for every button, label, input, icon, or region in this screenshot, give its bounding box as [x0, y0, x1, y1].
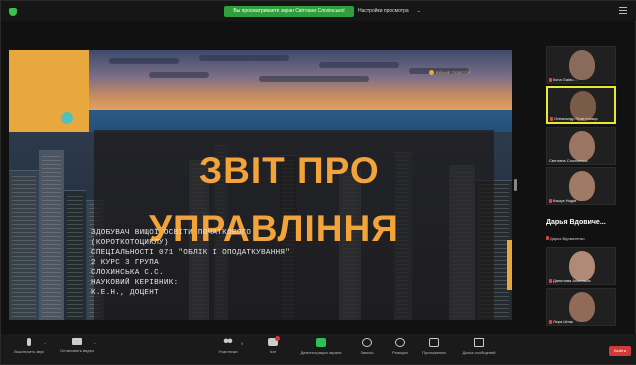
- share-screen-button[interactable]: Демонстрация экрана: [293, 338, 349, 355]
- info-line: СПЕЦІАЛЬНОСТІ 071 "ОБЛІК І ОПОДАТКУВАННЯ…: [91, 249, 291, 257]
- participant-tile[interactable]: Лера Штак: [546, 288, 616, 326]
- participant-video: [569, 131, 595, 161]
- menu-icon[interactable]: [619, 7, 627, 14]
- chevron-up-icon[interactable]: ^: [94, 341, 96, 346]
- info-line: 2 КУРС 3 ГРУПА: [91, 259, 159, 267]
- chat-label: Чат: [269, 349, 277, 354]
- participant-video: [569, 171, 595, 201]
- reactions-button[interactable]: Реакции: [389, 338, 411, 355]
- apps-button[interactable]: Приложения: [419, 338, 449, 355]
- muted-mic-icon: [546, 236, 549, 240]
- info-line: К.Е.Н., ДОЦЕНТ: [91, 289, 159, 297]
- participant-video: [569, 292, 595, 322]
- panel-resize-handle[interactable]: [514, 179, 517, 191]
- logo-text: ВІЛЬНЕ ПОЛІССЯ: [436, 70, 471, 75]
- info-line: НАУКОВИЙ КЕРІВНИК:: [91, 279, 179, 287]
- info-line: ЗДОБУВАЧ ВИЩОЇ ОСВІТИ ПОЧАТКОВОГО: [91, 229, 252, 237]
- participant-name: Кашук Надія: [549, 198, 576, 203]
- meeting-toolbar: Выключить звук ^ Остановить видео ^ Учас…: [1, 334, 636, 364]
- notes-button[interactable]: Доска сообщений: [456, 338, 502, 355]
- apps-label: Приложения: [422, 350, 446, 355]
- chat-icon: [268, 336, 280, 346]
- reactions-icon: [395, 338, 405, 347]
- info-line: (КОРОТКОТОЦИКЛУ): [91, 239, 169, 247]
- participant-tile[interactable]: Кашук Надія: [546, 167, 616, 205]
- muted-mic-icon: [549, 198, 552, 203]
- view-options-button[interactable]: Настройки просмотра ⌄: [358, 6, 421, 17]
- muted-mic-icon: [549, 278, 552, 283]
- participant-video: [569, 251, 595, 281]
- participant-name: Лера Штак: [549, 319, 573, 324]
- chevron-down-icon: ⌄: [416, 8, 421, 14]
- zoom-window: Вы просматриваете экран Світлани Слохінс…: [0, 0, 636, 365]
- participant-tile[interactable]: Данилова Анастасія: [546, 247, 616, 285]
- record-button[interactable]: Запись: [357, 338, 377, 355]
- participant-tile[interactable]: Світлана Слохінська: [546, 127, 616, 165]
- view-options-label: Настройки просмотра: [358, 8, 409, 14]
- record-icon: [362, 338, 372, 347]
- screen-sharing-banner: Вы просматриваете экран Світлани Слохінс…: [224, 6, 354, 17]
- slide-title-line-1: ЗВІТ ПРО: [199, 150, 380, 191]
- muted-mic-icon: [549, 77, 552, 82]
- mute-button[interactable]: Выключить звук: [9, 338, 49, 354]
- participants-icon: [223, 338, 233, 346]
- participant-tile[interactable]: Ilona Gaidu...: [546, 46, 616, 84]
- participant-video: [569, 50, 595, 80]
- share-screen-icon: [316, 338, 326, 347]
- whiteboard-icon: [474, 338, 484, 347]
- slide-info-text: ЗДОБУВАЧ ВИЩОЇ ОСВІТИ ПОЧАТКОВОГО (КОРОТ…: [91, 228, 431, 298]
- pointer-cursor-icon: [61, 112, 73, 124]
- top-bar: Вы просматриваете экран Світлани Слохінс…: [1, 1, 636, 21]
- leave-button[interactable]: Выйти: [609, 346, 631, 356]
- reactions-label: Реакции: [392, 350, 408, 355]
- participants-button[interactable]: Участники: [213, 338, 243, 354]
- participants-count: 9: [241, 341, 244, 346]
- microphone-icon: [27, 338, 31, 346]
- mute-label: Выключить звук: [14, 349, 44, 354]
- security-shield-icon[interactable]: [9, 8, 17, 16]
- record-label: Запись: [360, 350, 374, 355]
- camera-icon: [72, 338, 82, 345]
- apps-icon: [429, 338, 439, 347]
- sky-background: [89, 50, 512, 110]
- muted-mic-icon: [550, 116, 553, 121]
- participant-name-only-sub: Дарья Вдовиченко: [546, 236, 585, 241]
- notes-label: Доска сообщений: [462, 350, 496, 355]
- slide-logo: ВІЛЬНЕ ПОЛІССЯ: [429, 70, 471, 76]
- participant-name-only-title: Дарья Вдовиче...: [546, 219, 606, 226]
- stop-video-label: Остановить видео: [59, 348, 95, 353]
- share-screen-label: Демонстрация экрана: [300, 350, 342, 355]
- chat-button[interactable]: Чат: [263, 336, 283, 354]
- participants-label: Участники: [218, 349, 238, 354]
- shared-slide: ВІЛЬНЕ ПОЛІССЯ ЗВІТ ПРО УПРАВЛІННЯ ЗДОБУ…: [9, 50, 512, 320]
- participant-tile-active-speaker[interactable]: Олександр Приттонаця: [546, 86, 616, 124]
- info-line: СЛОХИНСЬКА С.С.: [91, 269, 164, 277]
- muted-mic-icon: [549, 319, 552, 324]
- participant-name: Олександр Приттонаця: [550, 116, 598, 121]
- slide-accent-block: [9, 50, 89, 132]
- participant-name: Ilona Gaidu...: [549, 77, 577, 82]
- chevron-up-icon[interactable]: ^: [44, 341, 46, 346]
- participants-gallery: Ilona Gaidu... Олександр Приттонаця Світ…: [541, 41, 621, 341]
- participant-name: Світлана Слохінська: [549, 158, 588, 163]
- participant-name: Данилова Анастасія: [549, 278, 591, 283]
- slide-accent-bar: [507, 240, 512, 290]
